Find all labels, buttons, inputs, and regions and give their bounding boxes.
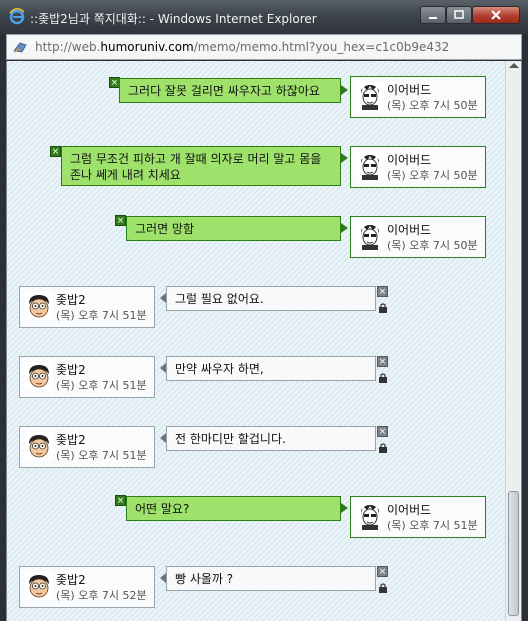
avatar (356, 82, 384, 110)
sender-name: 이어버드 (387, 223, 432, 237)
lock-icon[interactable] (378, 443, 388, 453)
maximize-icon (454, 10, 464, 19)
message-bubble: 그럴 필요 없어요. (160, 286, 376, 311)
avatar (25, 432, 53, 460)
avatar (25, 292, 53, 320)
sender-name: 이어버드 (387, 153, 432, 167)
lock-icon[interactable] (378, 583, 388, 593)
vertical-scrollbar[interactable] (505, 61, 521, 621)
close-icon[interactable]: × (377, 356, 388, 367)
window-title: ::좆밥2님과 쪽지대화:: - Windows Internet Explor… (30, 12, 317, 26)
message-time: (목) 오후 7시 51분 (56, 309, 147, 322)
message-bubble: 빵 사올까 ? (160, 566, 376, 591)
message-text: 그러면 망함 (135, 222, 195, 236)
sender-card: 이어버드 (목) 오후 7시 50분 (350, 216, 486, 258)
avatar (25, 572, 53, 600)
message-time: (목) 오후 7시 50분 (387, 99, 478, 112)
close-icon (491, 10, 501, 20)
avatar (356, 152, 384, 180)
close-icon[interactable]: × (377, 286, 388, 297)
message-time: (목) 오후 7시 52분 (56, 589, 147, 602)
window-title-bar: ::좆밥2님과 쪽지대화:: - Windows Internet Explor… (0, 0, 528, 34)
sender-name: 좆밥2 (56, 293, 86, 307)
message-bubble: 만약 싸우자 하면, (160, 356, 376, 381)
message-bubble: 어떤 말요? (126, 496, 348, 521)
sender-name: 이어버드 (387, 83, 432, 97)
close-window-button[interactable] (472, 6, 520, 24)
avatar (25, 362, 53, 390)
message-text: 전 한마디만 할겁니다. (175, 432, 286, 446)
avatar (356, 502, 384, 530)
close-icon[interactable]: × (115, 215, 126, 226)
lock-icon[interactable] (378, 373, 388, 383)
sender-card: 이어버드 (목) 오후 7시 50분 (350, 146, 486, 188)
close-icon[interactable]: × (50, 146, 61, 157)
page-icon (13, 42, 27, 53)
sender-name: 좆밥2 (56, 363, 86, 377)
close-icon[interactable]: × (115, 495, 126, 506)
message-bubble: 전 한마디만 할겁니다. (160, 426, 376, 451)
message-text: 어떤 말요? (135, 502, 190, 516)
sender-card: 좆밥2 (목) 오후 7시 51분 (19, 356, 155, 398)
address-url[interactable]: http://web.humoruniv.com/memo/memo.html?… (35, 40, 449, 54)
message-bubble: 그러면 망함 (126, 216, 348, 241)
sender-name: 이어버드 (387, 503, 432, 517)
message-text: 만약 싸우자 하면, (175, 362, 264, 376)
message-text: 그럼 무조건 피하고 개 잘때 의자로 머리 말고 몸을 존나 쎄게 내려 치세… (70, 152, 322, 182)
address-bar[interactable]: http://web.humoruniv.com/memo/memo.html?… (6, 34, 522, 60)
message-text: 빵 사올까 ? (175, 572, 234, 586)
sender-card: 이어버드 (목) 오후 7시 50분 (350, 76, 486, 118)
minimize-icon (429, 17, 437, 19)
sender-card: 좆밥2 (목) 오후 7시 51분 (19, 426, 155, 468)
message-text: 그럴 필요 없어요. (175, 292, 264, 306)
message-bubble: 그럼 무조건 피하고 개 잘때 의자로 머리 말고 몸을 존나 쎄게 내려 치세… (61, 146, 348, 186)
scroll-up-icon[interactable] (509, 63, 519, 68)
message-time: (목) 오후 7시 50분 (387, 169, 478, 182)
message-text: 그러다 잘못 걸리면 싸우자고 하잖아요 (128, 84, 320, 98)
sender-name: 좆밥2 (56, 573, 86, 587)
avatar (356, 222, 384, 250)
sender-name: 좆밥2 (56, 433, 86, 447)
message-time: (목) 오후 7시 51분 (387, 519, 478, 532)
close-icon[interactable]: × (377, 566, 388, 577)
close-icon[interactable]: × (377, 426, 388, 437)
memo-conversation: × 그러다 잘못 걸리면 싸우자고 하잖아요 이어버드 (목) 오후 7시 50… (6, 61, 522, 621)
message-bubble: 그러다 잘못 걸리면 싸우자고 하잖아요 (119, 78, 348, 103)
message-time: (목) 오후 7시 51분 (56, 449, 147, 462)
message-time: (목) 오후 7시 50분 (387, 239, 478, 252)
sender-card: 좆밥2 (목) 오후 7시 51분 (19, 286, 155, 328)
maximize-button[interactable] (446, 6, 472, 24)
lock-icon[interactable] (378, 303, 388, 313)
sender-card: 이어버드 (목) 오후 7시 51분 (350, 496, 486, 538)
message-time: (목) 오후 7시 51분 (56, 379, 147, 392)
ie-icon (9, 8, 25, 25)
scrollbar-thumb[interactable] (508, 491, 519, 616)
minimize-button[interactable] (420, 6, 446, 24)
sender-card: 좆밥2 (목) 오후 7시 52분 (19, 566, 155, 608)
